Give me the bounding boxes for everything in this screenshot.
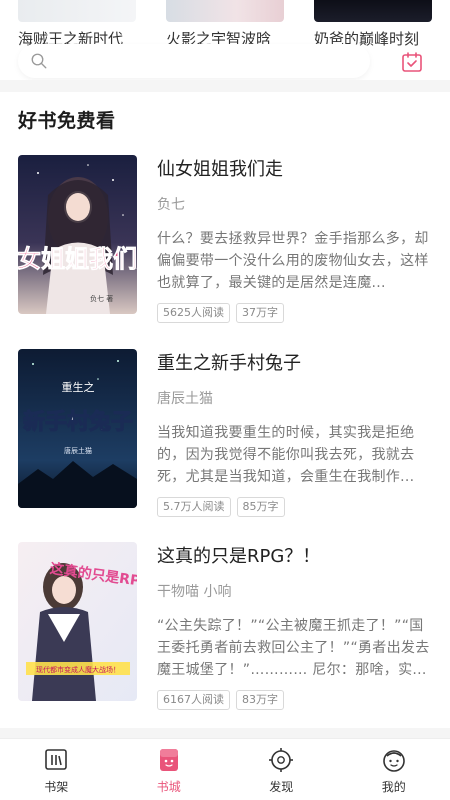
carousel-cover-1[interactable] [18,0,136,22]
word-count-badge: 85万字 [236,497,285,517]
book-item[interactable]: 重生之 新手村兔子 唐辰土猫 重生之新手村兔子 唐辰土猫 当我知道我要重生的时候… [18,349,432,517]
cover-author: 唐辰土猫 [64,446,92,455]
section-title: 好书免费看 [18,110,116,132]
book-cover[interactable]: 这真的只是RPG？！ 现代都市变成人魔大战场！ [18,542,137,701]
readers-badge: 6167人阅读 [157,690,230,710]
bookshelf-icon [45,749,68,770]
search-icon [31,53,47,69]
discover-icon [269,748,294,772]
profile-icon [382,750,405,772]
book-author: 负七 [157,197,185,213]
tab-bookshelf[interactable]: 书架 [0,739,113,800]
readers-badge: 5625人阅读 [157,303,230,323]
bookstore-icon [159,749,178,771]
tab-discover[interactable]: 发现 [225,739,338,800]
cover-title: 新手村兔子 [23,409,133,435]
book-author: 干物喵 小响 [157,584,232,600]
book-title[interactable]: 这真的只是RPG？！ [157,544,432,570]
book-item[interactable]: 仙女姐姐我们走 负七 著 仙女姐姐我们走 负七 什么？要去拯救异世界？金手指那么… [18,155,432,323]
word-count-badge: 83万字 [236,690,284,710]
cover-subtitle: 重生之 [62,380,95,394]
carousel-cover-3[interactable] [314,0,432,22]
tab-label: 我的 [381,780,406,794]
book-title[interactable]: 重生之新手村兔子 [157,351,432,377]
search-bar[interactable] [18,44,370,78]
book-title[interactable]: 仙女姐姐我们走 [157,157,432,183]
tabbar-divider [0,728,450,738]
book-author: 唐辰土猫 [157,391,213,407]
cover-subtitle: 现代都市变成人魔大战场！ [36,665,120,674]
book-description: “公主失踪了！”“公主被魔王抓走了！”“国王委托勇者前去救回公主了！”“勇者出发… [157,618,430,678]
cover-author: 负七 著 [90,294,113,303]
readers-badge: 5.7万人阅读 [157,497,231,517]
book-cover[interactable]: 仙女姐姐我们走 负七 著 [18,155,137,314]
calendar-checkin-icon[interactable] [400,50,424,74]
tab-profile[interactable]: 我的 [338,739,450,800]
bottom-tab-bar: 书架 书城 发现 我的 [0,738,450,800]
book-description: 当我知道我要重生的时候，其实我是拒绝的，因为我觉得不能你叫我去死，我就去死，尤其… [157,425,415,485]
tab-label: 书城 [156,780,181,794]
carousel-cover-2[interactable] [166,0,284,22]
word-count-badge: 37万字 [236,303,284,323]
book-item[interactable]: 这真的只是RPG？！ 现代都市变成人魔大战场！ 这真的只是RPG？！ 干物喵 小… [18,542,432,710]
book-cover[interactable]: 重生之 新手村兔子 唐辰土猫 [18,349,137,508]
section-divider [0,80,450,92]
tab-label: 发现 [269,780,294,794]
book-description: 什么？要去拯救异世界？金手指那么多，却偏偏要带一个没什么用的废物仙女去，这样也就… [157,231,429,291]
cover-title: 仙女姐姐我们走 [18,245,137,273]
tab-label: 书架 [44,780,69,794]
tab-bookstore[interactable]: 书城 [113,739,226,800]
